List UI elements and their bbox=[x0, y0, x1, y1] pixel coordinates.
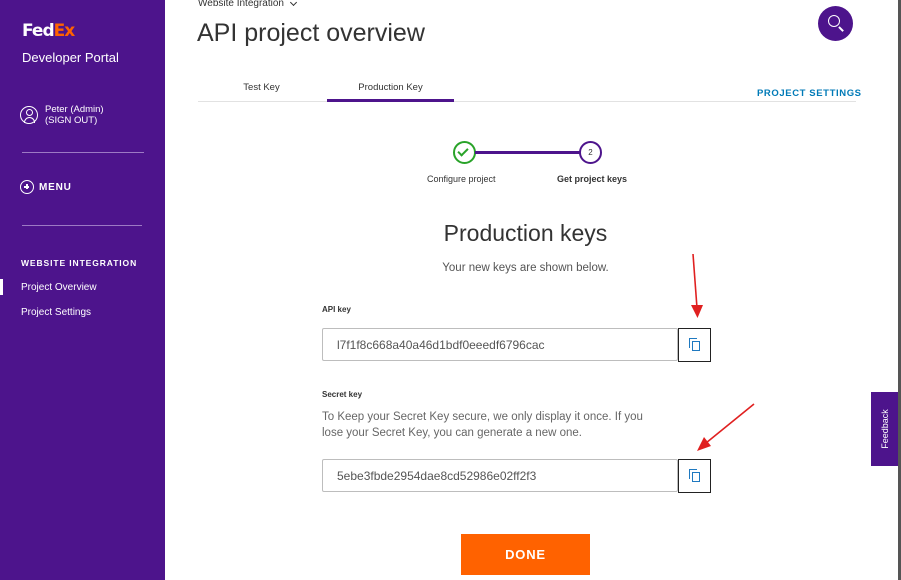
done-button[interactable]: DONE bbox=[461, 534, 590, 575]
secret-key-label: Secret key bbox=[322, 390, 363, 399]
user-name: Peter (Admin) bbox=[45, 104, 104, 115]
annotation-arrow-api bbox=[691, 253, 703, 318]
step-current-indicator: 2 bbox=[579, 141, 602, 164]
breadcrumb-dropdown[interactable]: Website Integration bbox=[198, 0, 298, 9]
fedex-logo[interactable]: FedEx bbox=[22, 21, 76, 41]
sidebar: FedEx Developer Portal Peter (Admin) (SI… bbox=[0, 0, 165, 580]
logo-ex-text: Ex bbox=[53, 21, 76, 41]
menu-button[interactable]: MENU bbox=[20, 180, 72, 194]
annotation-arrow-secret bbox=[697, 403, 755, 451]
search-icon-handle bbox=[838, 26, 844, 32]
tab-test-key[interactable]: Test Key bbox=[198, 82, 325, 93]
menu-label: MENU bbox=[39, 181, 72, 193]
plus-circle-icon bbox=[20, 180, 34, 194]
search-button[interactable] bbox=[818, 6, 853, 41]
copy-api-key-button[interactable] bbox=[678, 328, 711, 362]
logo-fed-text: Fed bbox=[22, 21, 55, 41]
tab-production-key[interactable]: Production Key bbox=[327, 82, 454, 93]
copy-icon bbox=[689, 338, 700, 351]
feedback-tab[interactable]: Feedback bbox=[871, 392, 898, 466]
stepper-connector bbox=[475, 151, 580, 154]
breadcrumb-label: Website Integration bbox=[198, 0, 284, 9]
chevron-down-icon bbox=[289, 0, 298, 6]
step-complete-indicator bbox=[453, 141, 476, 164]
feedback-label: Feedback bbox=[879, 409, 890, 449]
sidebar-item-project-settings[interactable]: Project Settings bbox=[21, 307, 91, 318]
active-tab-indicator bbox=[327, 99, 454, 102]
user-account[interactable]: Peter (Admin) (SIGN OUT) bbox=[20, 104, 104, 126]
keys-heading: Production keys bbox=[443, 220, 608, 246]
tabs-divider bbox=[198, 101, 856, 102]
search-icon bbox=[828, 15, 840, 27]
api-key-field[interactable]: l7f1f8c668a40a46d1bdf0eeedf6796cac bbox=[322, 328, 678, 361]
step-label-get-keys: Get project keys bbox=[557, 174, 628, 184]
checkmark-icon bbox=[457, 145, 469, 157]
keys-subtitle: Your new keys are shown below. bbox=[442, 262, 609, 274]
sidebar-divider bbox=[22, 152, 144, 153]
sign-out-link[interactable]: (SIGN OUT) bbox=[45, 115, 104, 126]
copy-icon bbox=[689, 469, 700, 482]
api-key-label: API key bbox=[322, 305, 351, 314]
sidebar-item-project-overview[interactable]: Project Overview bbox=[21, 282, 97, 293]
project-settings-link[interactable]: PROJECT SETTINGS bbox=[757, 88, 862, 99]
page-title: API project overview bbox=[197, 19, 425, 47]
copy-secret-key-button[interactable] bbox=[678, 459, 711, 493]
active-nav-indicator bbox=[0, 279, 3, 295]
user-avatar-icon bbox=[20, 106, 38, 124]
portal-name: Developer Portal bbox=[22, 50, 119, 65]
secret-key-field[interactable]: 5ebe3fbde2954dae8cd52986e02ff2f3 bbox=[322, 459, 678, 492]
secret-key-note: To Keep your Secret Key secure, we only … bbox=[322, 411, 643, 439]
step-label-configure: Configure project bbox=[427, 174, 496, 184]
